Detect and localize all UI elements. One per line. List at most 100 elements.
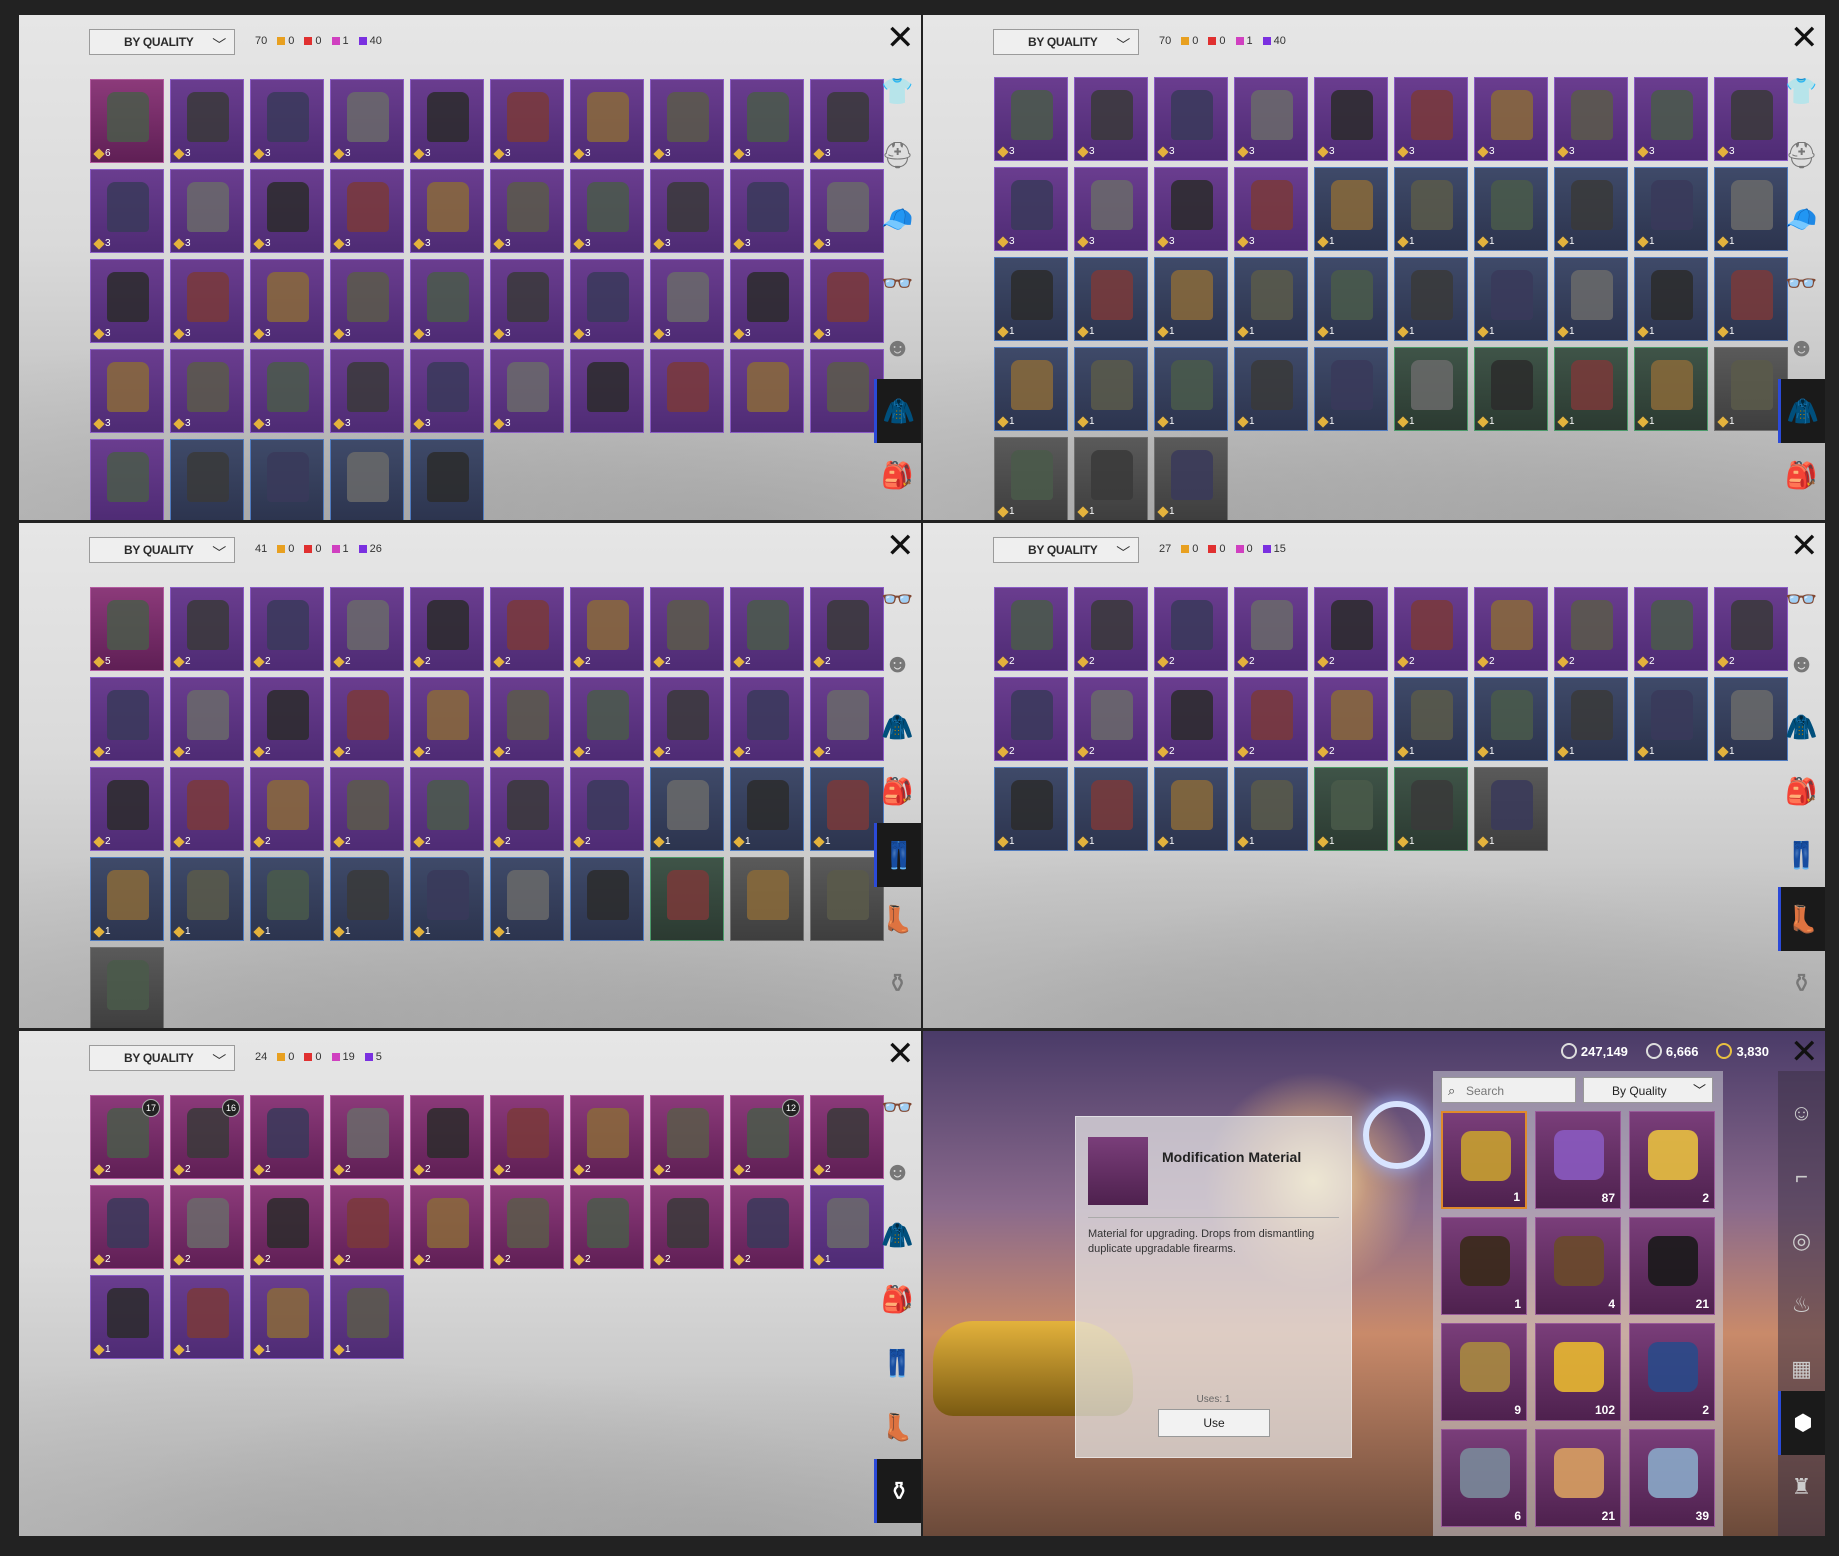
item-slot[interactable]: 1 [1394, 257, 1468, 341]
item-slot[interactable]: 2 [570, 587, 644, 671]
item-slot[interactable]: 2 [490, 1185, 564, 1269]
item-slot[interactable]: 2 [410, 1095, 484, 1179]
item-slot[interactable]: 2 [1234, 677, 1308, 761]
item-slot[interactable]: 2 [490, 677, 564, 761]
item-slot[interactable]: 2 [994, 677, 1068, 761]
item-slot[interactable]: 2 [1474, 587, 1548, 671]
item-slot[interactable]: 2 12 [730, 1095, 804, 1179]
item-slot[interactable]: 3 [330, 169, 404, 253]
mask-category-icon[interactable]: ☻ [1778, 315, 1825, 379]
item-slot[interactable]: 3 [490, 259, 564, 343]
item-slot[interactable]: 1 [1554, 677, 1628, 761]
pants-category-icon[interactable]: 👖 [874, 823, 921, 887]
item-slot[interactable]: 1 [1714, 257, 1788, 341]
item-slot[interactable]: 1 [1314, 347, 1388, 431]
item-slot[interactable]: 3 [170, 79, 244, 163]
item-slot[interactable]: 1 [1554, 347, 1628, 431]
helmet-category-icon[interactable]: ⛑ [1778, 123, 1825, 187]
item-slot[interactable]: 3 [650, 259, 724, 343]
character-category-icon[interactable]: ☺ [1778, 1081, 1825, 1145]
item-slot[interactable]: 3 [250, 349, 324, 433]
item-slot[interactable]: 2 [170, 1185, 244, 1269]
item-slot[interactable]: 2 [170, 677, 244, 761]
item-slot[interactable]: 5 [90, 587, 164, 671]
item-slot[interactable]: 3 [1474, 77, 1548, 161]
materials-category-icon[interactable]: ⬢ [1778, 1391, 1825, 1455]
item-slot[interactable]: 1 [170, 1275, 244, 1359]
item-slot[interactable]: 3 [1074, 167, 1148, 251]
item-slot[interactable]: 3 [1154, 77, 1228, 161]
close-icon[interactable]: ✕ [1790, 21, 1819, 55]
item-slot[interactable]: 2 [810, 677, 884, 761]
item-slot[interactable]: 1 [650, 767, 724, 851]
item-slot[interactable]: 2 [490, 1095, 564, 1179]
item-slot[interactable]: 1 [1634, 167, 1708, 251]
item-slot[interactable]: 3 [1234, 77, 1308, 161]
item-slot[interactable]: 2 [994, 587, 1068, 671]
item-slot[interactable] [730, 349, 804, 433]
item-slot[interactable]: 3 [810, 79, 884, 163]
item-slot[interactable]: 6 [90, 79, 164, 163]
item-slot[interactable]: 2 [410, 767, 484, 851]
sort-dropdown[interactable]: BY QUALITY ﹀ [89, 537, 235, 563]
outfit-category-icon[interactable]: 👕 [874, 59, 921, 123]
item-slot[interactable]: 1 [1554, 257, 1628, 341]
jacket-category-icon[interactable]: 🧥 [874, 379, 921, 443]
item-slot[interactable]: 1 [1474, 347, 1548, 431]
material-slot[interactable]: 87 [1535, 1111, 1621, 1209]
item-slot[interactable]: 1 [90, 857, 164, 941]
item-slot[interactable] [810, 349, 884, 433]
item-slot[interactable] [330, 439, 404, 520]
item-slot[interactable]: 1 [1394, 677, 1468, 761]
charm-category-icon[interactable]: ⚱ [1778, 951, 1825, 1015]
item-slot[interactable]: 2 [570, 1185, 644, 1269]
item-slot[interactable]: 2 [650, 677, 724, 761]
sort-dropdown[interactable]: BY QUALITY ﹀ [89, 1045, 235, 1071]
item-slot[interactable]: 3 [410, 79, 484, 163]
item-slot[interactable]: 1 [1154, 257, 1228, 341]
item-slot[interactable]: 1 [1394, 167, 1468, 251]
sort-dropdown[interactable]: BY QUALITY ﹀ [993, 29, 1139, 55]
item-slot[interactable]: 3 [90, 259, 164, 343]
fire-category-icon[interactable]: ♨ [1778, 1273, 1825, 1337]
shoes-category-icon[interactable]: 👢 [874, 1395, 921, 1459]
item-slot[interactable]: 3 [330, 79, 404, 163]
shoes-category-icon[interactable]: 👢 [1778, 887, 1825, 951]
backpack-category-icon[interactable]: 🎒 [874, 443, 921, 507]
item-slot[interactable]: 1 [1474, 167, 1548, 251]
item-slot[interactable]: 3 [330, 349, 404, 433]
item-slot[interactable]: 3 [90, 169, 164, 253]
item-slot[interactable]: 1 [1074, 347, 1148, 431]
charm-category-icon[interactable]: ⚱ [874, 1459, 921, 1523]
jacket-category-icon[interactable]: 🧥 [874, 695, 921, 759]
item-slot[interactable]: 3 [170, 169, 244, 253]
item-slot[interactable]: 2 [90, 1185, 164, 1269]
item-slot[interactable]: 1 [250, 857, 324, 941]
item-slot[interactable]: 2 [90, 677, 164, 761]
sort-dropdown[interactable]: By Quality ﹀ [1583, 1077, 1713, 1103]
item-slot[interactable]: 3 [1074, 77, 1148, 161]
item-slot[interactable]: 1 [1074, 257, 1148, 341]
item-slot[interactable]: 3 [410, 259, 484, 343]
mask-category-icon[interactable]: ☻ [874, 1139, 921, 1203]
item-slot[interactable]: 1 [1234, 347, 1308, 431]
mask-category-icon[interactable]: ☻ [874, 631, 921, 695]
item-slot[interactable]: 2 [330, 1185, 404, 1269]
item-slot[interactable]: 3 [730, 79, 804, 163]
item-slot[interactable]: 3 [490, 79, 564, 163]
item-slot[interactable]: 2 [1314, 587, 1388, 671]
item-slot[interactable]: 2 16 [170, 1095, 244, 1179]
item-slot[interactable]: 2 [650, 1185, 724, 1269]
item-slot[interactable]: 1 [994, 437, 1068, 520]
item-slot[interactable]: 2 [1394, 587, 1468, 671]
material-slot[interactable]: 39 [1629, 1429, 1715, 1527]
item-slot[interactable]: 1 [1234, 257, 1308, 341]
steering-category-icon[interactable]: ◎ [1778, 1209, 1825, 1273]
glasses-category-icon[interactable]: 👓 [874, 1075, 921, 1139]
item-slot[interactable]: 2 [650, 1095, 724, 1179]
material-slot[interactable]: 4 [1535, 1217, 1621, 1315]
item-slot[interactable]: 1 [1634, 677, 1708, 761]
item-slot[interactable]: 2 [490, 767, 564, 851]
item-slot[interactable]: 1 [994, 257, 1068, 341]
item-slot[interactable]: 2 [170, 587, 244, 671]
